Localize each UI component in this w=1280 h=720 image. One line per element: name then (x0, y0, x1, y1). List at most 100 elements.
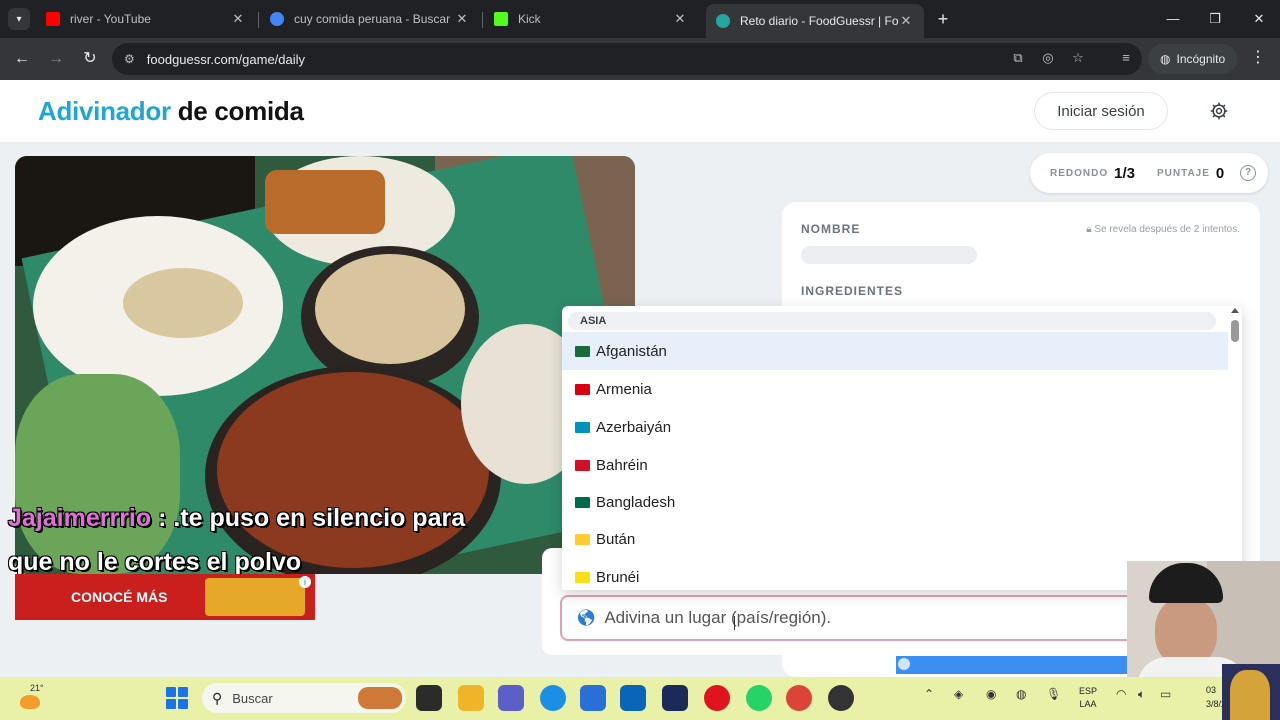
dropdown-item-label: Brunéi (596, 568, 640, 586)
logo-part-1: Adivinador (38, 96, 171, 126)
language-indicator[interactable]: ESP LAA (1076, 685, 1100, 711)
volume-icon[interactable]: 🔈︎ (1138, 687, 1145, 702)
whatsapp-icon[interactable] (746, 685, 772, 711)
store-icon[interactable] (580, 685, 606, 711)
dropdown-item-butan[interactable]: Bután (562, 520, 1228, 558)
tab-kick[interactable]: Kick ✕ (484, 4, 698, 34)
youtube-icon (46, 12, 60, 26)
webcam-overlay (1127, 561, 1280, 677)
chat-text-line-2: que no le cortes el polvo (8, 548, 302, 576)
ad-banner[interactable]: CONOCÉ MÁS i (15, 574, 315, 620)
scrollbar-thumb[interactable] (1231, 320, 1239, 342)
round-value: 1/3 (1114, 164, 1135, 182)
close-window-button[interactable]: ✕ (1244, 8, 1274, 30)
eye-off-icon[interactable]: ◎ (1036, 46, 1060, 70)
kebab-icon: ⋮ (1250, 49, 1266, 66)
site-logo[interactable]: Adivinador de comida (38, 96, 304, 127)
photo-stew (217, 372, 489, 568)
dropdown-item-bahrein[interactable]: Bahréin (562, 446, 1228, 484)
opera-icon[interactable] (704, 685, 730, 711)
close-icon[interactable]: ✕ (898, 13, 914, 29)
weather-widget[interactable]: 21° (18, 683, 48, 713)
score-value: 0 (1215, 164, 1225, 182)
address-bar[interactable]: ⚙ foodguessr.com/game/daily (112, 43, 1142, 75)
outlook-icon[interactable] (620, 685, 646, 711)
restore-button[interactable]: ❐ (1200, 8, 1230, 30)
mouse-cursor (734, 616, 742, 630)
flag-icon (575, 383, 590, 395)
user-icon (898, 658, 910, 670)
tray-app-icon[interactable]: ◈ (954, 687, 963, 701)
dropdown-item-afganistan[interactable]: Afganistán (562, 332, 1228, 370)
incognito-badge[interactable]: ◍ Incógnito (1148, 44, 1238, 74)
tab-title: Reto diario - FoodGuessr | FoodGuessr (740, 14, 898, 28)
tab-google-search[interactable]: cuy comida peruana - Buscar con Google ✕ (260, 4, 480, 34)
keyboard-layout: LAA (1079, 699, 1097, 709)
ad-info-icon[interactable]: i (299, 576, 311, 588)
guess-field[interactable]: 🌎︎ (560, 595, 1140, 641)
scroll-up-icon[interactable] (1231, 308, 1239, 313)
new-tab-button[interactable]: + (932, 8, 954, 30)
obs-icon[interactable] (828, 685, 854, 711)
close-icon[interactable]: ✕ (230, 11, 246, 27)
translate-icon[interactable]: ⧉ (1006, 46, 1030, 70)
close-icon[interactable]: ✕ (454, 11, 470, 27)
settings-button[interactable] (1198, 92, 1240, 130)
ingredients-section-label: INGREDIENTES (801, 284, 904, 298)
dropdown-item-armenia[interactable]: Armenia (562, 370, 1228, 408)
tab-separator (482, 12, 483, 28)
taskbar-search[interactable]: ⚲ Buscar (202, 683, 406, 713)
microphone-icon[interactable]: 🎙︎ (1046, 687, 1061, 701)
back-button[interactable]: ← (10, 47, 34, 71)
url-text: foodguessr.com/game/daily (146, 51, 306, 67)
tab-title: cuy comida peruana - Buscar con Google (294, 12, 454, 26)
photo-fried-fish (265, 170, 385, 234)
file-explorer-icon[interactable] (458, 685, 484, 711)
more-menu-button[interactable]: ⋮ (1248, 47, 1268, 71)
disney-plus-icon[interactable] (662, 685, 688, 711)
close-icon[interactable]: ✕ (672, 11, 688, 27)
browser-toolbar: ← → ↻ ⚙ foodguessr.com/game/daily ⧉ ◎ ☆ … (0, 38, 1280, 80)
windows-logo-icon-part (178, 687, 188, 697)
guess-input[interactable] (604, 608, 1105, 628)
help-icon[interactable]: ? (1240, 165, 1256, 181)
edge-icon[interactable] (540, 685, 566, 711)
tray-app-icon[interactable]: ◍ (1016, 687, 1026, 701)
chat-username: Jajaimerrrio (8, 504, 152, 532)
stream-chat-message-cont: que no le cortes el polvo (8, 548, 301, 577)
login-button[interactable]: Iniciar sesión (1034, 92, 1168, 130)
start-button[interactable] (166, 687, 188, 709)
tab-youtube[interactable]: river - YouTube ✕ (36, 4, 256, 34)
chrome-icon[interactable] (786, 685, 812, 711)
star-icon[interactable]: ☆ (1066, 46, 1090, 70)
site-header: Adivinador de comida Iniciar sesión (0, 80, 1280, 142)
tab-foodguessr[interactable]: Reto diario - FoodGuessr | FoodGuessr ✕ (706, 4, 924, 38)
battery-icon[interactable]: ▭ (1160, 687, 1171, 701)
reload-icon: ↻ (83, 50, 97, 67)
dropdown-item-bangladesh[interactable]: Bangladesh (562, 483, 1228, 521)
windows-logo-icon-part (178, 699, 188, 709)
google-icon (270, 12, 284, 26)
teams-icon[interactable] (498, 685, 524, 711)
tab-search-button[interactable]: ▾ (8, 8, 30, 30)
dropdown-scrollbar[interactable] (1230, 308, 1240, 590)
reveal-note-text: Se revela después de 2 intentos. (1094, 224, 1240, 235)
minimize-button[interactable]: — (1158, 8, 1188, 30)
task-view-icon[interactable] (416, 685, 442, 711)
weather-icon (20, 695, 40, 709)
site-info-icon[interactable]: ⚙ (124, 52, 135, 66)
reload-button[interactable]: ↻ (78, 47, 102, 71)
tray-app-icon[interactable]: ◉ (986, 687, 996, 701)
flag-icon (575, 571, 590, 583)
flag-icon (575, 345, 590, 357)
page-content: Adivinador de comida Iniciar sesión Jaja… (0, 80, 1280, 677)
dropdown-item-label: Bahréin (596, 456, 648, 474)
forward-button[interactable]: → (44, 47, 68, 71)
arrow-left-icon: ← (14, 50, 30, 67)
dropdown-item-label: Bangladesh (596, 493, 676, 511)
reading-list-icon[interactable]: ≡ (1114, 46, 1138, 70)
character-figure (1230, 670, 1270, 720)
chevron-up-icon[interactable]: ⌃ (924, 687, 934, 701)
dropdown-item-azerbaiyan[interactable]: Azerbaiyán (562, 408, 1228, 446)
wifi-icon[interactable]: ◠ (1116, 687, 1126, 701)
